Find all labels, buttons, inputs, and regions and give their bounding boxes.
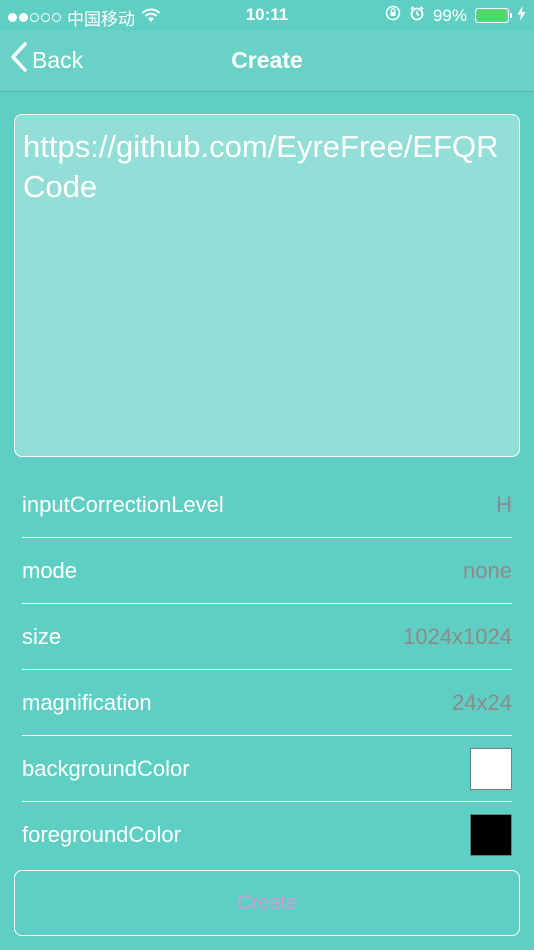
orientation-lock-icon bbox=[385, 5, 401, 26]
setting-value: 24x24 bbox=[452, 689, 512, 715]
setting-row-mode[interactable]: mode none bbox=[22, 538, 512, 604]
status-right: 99% bbox=[385, 5, 526, 26]
battery-percent: 99% bbox=[432, 5, 467, 25]
chevron-left-icon bbox=[10, 42, 28, 78]
setting-row-foreground-color[interactable]: foregroundColor bbox=[22, 802, 512, 867]
setting-value: H bbox=[496, 491, 512, 517]
setting-row-magnification[interactable]: magnification 24x24 bbox=[22, 670, 512, 736]
setting-label: mode bbox=[22, 557, 78, 583]
content-text-input[interactable]: https://github.com/EyreFree/EFQRCode bbox=[14, 114, 520, 457]
create-button[interactable]: Create bbox=[14, 870, 520, 936]
status-bar: 中国移动 10:11 99% bbox=[0, 0, 534, 30]
foreground-color-swatch[interactable] bbox=[470, 813, 512, 856]
create-button-label: Create bbox=[236, 891, 298, 914]
alarm-icon bbox=[409, 5, 425, 26]
background-color-swatch[interactable] bbox=[470, 747, 512, 790]
battery-icon bbox=[475, 8, 512, 23]
navigation-bar: Back Create bbox=[0, 30, 534, 92]
back-button[interactable]: Back bbox=[10, 42, 83, 78]
setting-row-input-correction-level[interactable]: inputCorrectionLevel H bbox=[22, 472, 512, 538]
setting-value: 1024x1024 bbox=[403, 623, 512, 649]
setting-row-background-color[interactable]: backgroundColor bbox=[22, 736, 512, 802]
setting-label: magnification bbox=[22, 689, 152, 715]
setting-row-size[interactable]: size 1024x1024 bbox=[22, 604, 512, 670]
back-label: Back bbox=[32, 46, 84, 73]
setting-label: backgroundColor bbox=[22, 755, 190, 781]
setting-label: size bbox=[22, 623, 62, 649]
setting-value: none bbox=[463, 557, 512, 583]
setting-label: foregroundColor bbox=[22, 821, 181, 847]
settings-list: inputCorrectionLevel H mode none size 10… bbox=[22, 472, 512, 867]
charging-bolt-icon bbox=[517, 5, 526, 26]
setting-label: inputCorrectionLevel bbox=[22, 491, 224, 517]
